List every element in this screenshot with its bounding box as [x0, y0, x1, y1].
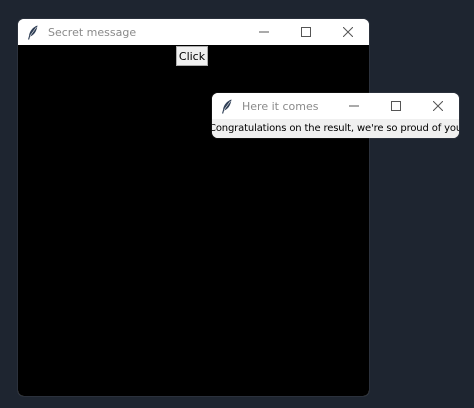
- window-controls: [243, 19, 369, 45]
- close-icon[interactable]: [417, 93, 459, 119]
- maximize-icon[interactable]: [285, 19, 327, 45]
- minimize-icon[interactable]: [333, 93, 375, 119]
- maximize-icon[interactable]: [375, 93, 417, 119]
- feather-icon: [220, 98, 234, 114]
- window-controls: [333, 93, 459, 119]
- message-label: Congratulations on the result, we're so …: [212, 123, 459, 134]
- window-title: Here it comes: [242, 99, 319, 113]
- title-bar[interactable]: Here it comes: [212, 93, 459, 119]
- close-icon[interactable]: [327, 19, 369, 45]
- minimize-icon[interactable]: [243, 19, 285, 45]
- title-bar[interactable]: Secret message: [18, 19, 369, 45]
- feather-icon: [26, 24, 40, 40]
- click-button[interactable]: Click: [176, 46, 208, 66]
- message-area: Congratulations on the result, we're so …: [212, 119, 459, 138]
- secret-message-window: Secret message Click: [18, 19, 369, 396]
- window-title: Secret message: [48, 25, 137, 39]
- here-it-comes-window: Here it comes Congratulations on the res…: [212, 93, 459, 138]
